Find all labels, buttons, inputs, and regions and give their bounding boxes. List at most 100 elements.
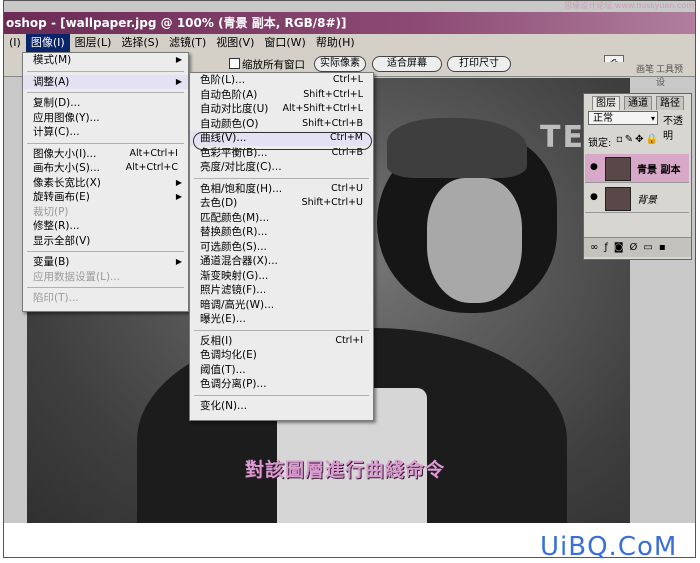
menu-item-label: 替换颜色(R)...	[200, 226, 268, 238]
photo-text: TE	[540, 120, 585, 155]
menu-item[interactable]: 自动颜色(O) Shift+Ctrl+B	[190, 117, 373, 132]
menu-separator	[27, 251, 184, 252]
menu-item[interactable]: 照片滤镜(F)...	[190, 283, 373, 298]
menu-item[interactable]: 变化(N)...	[190, 399, 373, 414]
menu-filter[interactable]: 滤镜(T)	[164, 34, 211, 52]
menu-item-shortcut: Alt+Ctrl+C	[125, 162, 178, 173]
layer-row[interactable]: ● 青景 副本	[585, 154, 689, 183]
face-shape	[427, 178, 522, 303]
tab-tool-presets[interactable]: 工具预设	[656, 62, 689, 88]
menu-item[interactable]: 变量(B) ▶	[23, 255, 188, 270]
menu-item[interactable]: 调整(A) ▶	[23, 74, 188, 89]
brand-logo: UiBQ.CoM	[540, 532, 678, 562]
menu-item-label: 裁切(P)	[33, 205, 69, 218]
menu-item[interactable]: 匹配颜色(M)...	[190, 211, 373, 226]
menu-item-label: 自动色阶(A)	[200, 88, 258, 101]
menu-item[interactable]: 亮度/对比度(C)...	[190, 160, 373, 175]
lock-label: 锁定:	[588, 138, 612, 149]
menu-item-label: 色调分离(P)...	[200, 378, 267, 390]
menu-window[interactable]: 窗口(W)	[259, 34, 310, 52]
menu-item-label: 渐变映射(G)...	[200, 269, 269, 282]
menu-item-label: 反相(I)	[200, 334, 233, 347]
menu-item-label: 暗调/高光(W)...	[200, 298, 275, 311]
menu-item-label: 自动颜色(O)	[200, 117, 259, 130]
image-menu: 模式(M) ▶ 调整(A) ▶ 复制(D)... 应用图像(Y)... 计算(C)... 图像…	[22, 52, 189, 312]
caption-text: 對該圖層進行曲綫命令	[245, 459, 446, 481]
menu-help[interactable]: 帮助(H)	[311, 34, 360, 52]
window-title: oshop - [wallpaper.jpg @ 100% (青景 副本, RG…	[6, 16, 347, 30]
menu-item-label: 亮度/对比度(C)...	[200, 161, 282, 173]
tab-channels[interactable]: 通道	[624, 96, 652, 110]
menu-item[interactable]: 复制(D)...	[23, 96, 188, 111]
menu-item-shortcut: Alt+Shift+Ctrl+L	[282, 103, 363, 114]
menu-item[interactable]: 像素长宽比(X) ▶	[23, 176, 188, 191]
layers-footer-icons[interactable]: ∞ƒ◙Ø▭▪	[584, 237, 691, 257]
menu-view[interactable]: 视图(V)	[211, 34, 259, 52]
menu-image[interactable]: 图像(I)	[25, 34, 70, 52]
menu-item[interactable]: 自动对比度(U) Alt+Shift+Ctrl+L	[190, 102, 373, 117]
zoom-all-checkbox[interactable]	[229, 58, 240, 69]
menu-item[interactable]: 画布大小(S)... Alt+Ctrl+C	[23, 161, 188, 176]
menu-item[interactable]: 去色(D) Shift+Ctrl+U	[190, 196, 373, 211]
submenu-arrow-icon: ▶	[175, 257, 182, 266]
menu-item[interactable]: 阈值(T)...	[190, 363, 373, 378]
menu-item[interactable]: 通道混合器(X)...	[190, 254, 373, 269]
menu-item[interactable]: 可选颜色(S)...	[190, 240, 373, 255]
menu-item[interactable]: 色调均化(E)	[190, 348, 373, 363]
opacity-label: 不透明	[663, 116, 683, 142]
menu-item[interactable]: 计算(C)...	[23, 125, 188, 140]
fit-screen-button[interactable]: 适合屏幕	[372, 56, 442, 72]
menu-item[interactable]: 反相(I) Ctrl+I	[190, 334, 373, 349]
tab-brushes[interactable]: 画笔	[636, 62, 654, 75]
menu-item[interactable]: 图像大小(I)... Alt+Ctrl+I	[23, 147, 188, 162]
submenu-arrow-icon: ▶	[175, 55, 182, 64]
submenu-arrow-icon: ▶	[175, 192, 182, 201]
menu-prev[interactable]: (I)	[4, 34, 26, 52]
menu-item-shortcut: Alt+Ctrl+I	[129, 147, 179, 159]
actual-pixels-button[interactable]: 实际像素	[314, 56, 366, 72]
menu-item[interactable]: 曝光(E)...	[190, 312, 373, 327]
menu-item: 应用数据设置(L)...	[23, 270, 188, 285]
menu-item-label: 陷印(T)...	[33, 292, 79, 304]
menu-item[interactable]: 自动色阶(A) Shift+Ctrl+L	[190, 88, 373, 103]
menu-item[interactable]: 替换颜色(R)...	[190, 225, 373, 240]
menu-item[interactable]: 色阶(L)... Ctrl+L	[190, 73, 373, 88]
blend-mode-select[interactable]: 正常 ▾	[588, 111, 658, 125]
menu-item[interactable]: 渐变映射(G)...	[190, 269, 373, 284]
tab-layers[interactable]: 图层	[592, 96, 620, 110]
menu-item-label: 像素长宽比(X)	[33, 176, 101, 189]
adjust-submenu: 色阶(L)... Ctrl+L 自动色阶(A) Shift+Ctrl+L 自动对比度(U…	[189, 72, 374, 421]
layer-thumbnail	[605, 187, 631, 211]
menu-item-label: 匹配颜色(M)...	[200, 211, 270, 224]
tab-paths[interactable]: 路径	[656, 96, 684, 110]
menu-item-label: 曝光(E)...	[200, 313, 246, 325]
menu-item[interactable]: 色调分离(P)...	[190, 377, 373, 392]
menu-item[interactable]: 色相/饱和度(H)... Ctrl+U	[190, 182, 373, 197]
submenu-arrow-icon: ▶	[175, 76, 182, 86]
menu-layer[interactable]: 图层(L)	[70, 34, 117, 52]
menu-item-shortcut: Ctrl+L	[332, 74, 363, 85]
menu-item[interactable]: 应用图像(Y)...	[23, 111, 188, 126]
title-bar: oshop - [wallpaper.jpg @ 100% (青景 副本, RG…	[4, 12, 695, 34]
zoom-all-label: 缩放所有窗口	[242, 59, 305, 71]
menu-item[interactable]: 修整(R)...	[23, 219, 188, 234]
menu-item[interactable]: 显示全部(V)	[23, 234, 188, 249]
print-size-button[interactable]: 打印尺寸	[447, 56, 511, 72]
menu-item-label: 模式(M)	[33, 54, 72, 66]
menu-item[interactable]: 旋转画布(E) ▶	[23, 190, 188, 205]
menu-separator	[194, 394, 369, 396]
eye-icon[interactable]: ●	[590, 162, 598, 172]
menu-item-label: 照片滤镜(F)...	[200, 284, 267, 296]
menu-item-label: 画布大小(S)...	[33, 162, 100, 174]
layer-row[interactable]: ● 背景	[585, 184, 689, 213]
menu-bar: (I) 图像(I) 图层(L) 选择(S) 滤镜(T) 视图(V) 窗口(W) …	[4, 34, 695, 53]
menu-item[interactable]: 模式(M) ▶	[23, 53, 188, 68]
menu-item[interactable]: 暗调/高光(W)...	[190, 298, 373, 313]
menu-item-label: 应用数据设置(L)...	[33, 270, 121, 283]
menu-separator	[27, 92, 184, 93]
menu-select[interactable]: 选择(S)	[116, 34, 164, 52]
menu-item-shortcut: Shift+Ctrl+B	[302, 117, 363, 129]
menu-item-label: 显示全部(V)	[33, 234, 91, 247]
lock-icons[interactable]: ▫✎✥🔒	[616, 134, 660, 145]
eye-icon[interactable]: ●	[590, 192, 598, 202]
